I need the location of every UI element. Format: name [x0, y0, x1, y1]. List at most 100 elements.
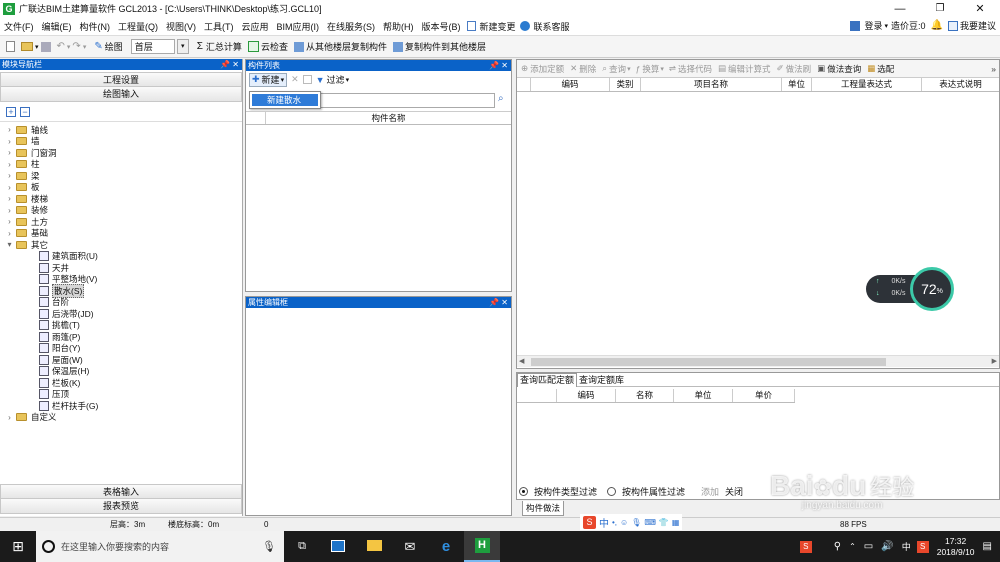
column-header-expr-desc[interactable]: 表达式说明: [922, 78, 999, 91]
close-button[interactable]: 关闭: [725, 485, 743, 498]
tree-item[interactable]: 栏杆扶手(G): [6, 400, 242, 412]
punct-icon[interactable]: •,: [612, 518, 617, 527]
menu-item[interactable]: 工程量(Q): [114, 20, 162, 33]
project-settings-button[interactable]: 工程设置: [0, 72, 242, 87]
tree-item[interactable]: 建筑面积(U): [6, 251, 242, 263]
pin-icon[interactable]: 📌: [489, 61, 499, 70]
menu-item[interactable]: 云应用: [238, 20, 273, 33]
new-file-icon[interactable]: [6, 41, 15, 52]
method-brush-button[interactable]: 做法刷: [786, 63, 812, 75]
component-method-tab[interactable]: 构件做法: [522, 501, 565, 516]
tree-folder[interactable]: ▾ 其它: [6, 239, 242, 251]
mail-icon[interactable]: ✉: [392, 539, 428, 555]
column-header-unit[interactable]: 单位: [782, 78, 812, 91]
column-header-code[interactable]: 编码: [531, 78, 610, 91]
tree-item[interactable]: 阳台(Y): [6, 343, 242, 355]
taskbar-search-box[interactable]: 在这里输入你要搜索的内容 🎙: [36, 531, 284, 562]
chevron-right-icon[interactable]: ›: [6, 160, 13, 169]
column-header-unit[interactable]: 单位: [674, 389, 733, 402]
menu-item[interactable]: 构件(N): [76, 20, 115, 33]
chevron-down-icon[interactable]: ▾: [6, 240, 13, 249]
scroll-left-icon[interactable]: ◀: [519, 357, 524, 365]
microphone-icon[interactable]: 🎙: [262, 540, 276, 553]
minimize-icon[interactable]: —: [880, 3, 920, 15]
tree-item[interactable]: 栏板(K): [6, 377, 242, 389]
tab-quota-library[interactable]: 查询定额库: [577, 373, 626, 386]
method-query-button[interactable]: 做法查询: [827, 63, 861, 75]
menu-item[interactable]: 帮助(H): [379, 20, 418, 33]
close-icon[interactable]: ✕: [960, 2, 1000, 15]
chevron-down-icon[interactable]: ▾: [83, 43, 87, 51]
more-icon[interactable]: »: [991, 64, 996, 74]
windows-start-icon[interactable]: ⊞: [0, 538, 36, 555]
column-header-category[interactable]: 类别: [610, 78, 641, 91]
tree-item[interactable]: 平整场地(V): [6, 274, 242, 286]
menu-item[interactable]: 在线服务(S): [323, 20, 379, 33]
add-button[interactable]: 添加: [701, 485, 719, 498]
tree-folder[interactable]: › 自定义: [6, 412, 242, 424]
dropdown-item-new-apron[interactable]: 新建散水: [252, 94, 318, 106]
tree-folder[interactable]: › 门窗洞: [6, 147, 242, 159]
menu-item[interactable]: 工具(T): [200, 20, 238, 33]
pin-icon[interactable]: 📌: [220, 60, 230, 69]
copy-to-floor-button[interactable]: 复制构件到其他楼层: [405, 40, 486, 53]
toolbox-icon[interactable]: ▦: [672, 518, 680, 527]
tree-folder[interactable]: › 楼梯: [6, 193, 242, 205]
chevron-down-icon[interactable]: ▾: [346, 76, 350, 84]
chevron-right-icon[interactable]: ›: [6, 183, 13, 192]
voice-icon[interactable]: 🎙: [631, 518, 641, 527]
undo-icon[interactable]: ↶: [57, 41, 65, 52]
menu-item[interactable]: 编辑(E): [38, 20, 76, 33]
chevron-right-icon[interactable]: ›: [6, 125, 13, 134]
report-preview-button[interactable]: 报表预览: [0, 499, 242, 514]
new-component-button[interactable]: ✚ 新建 ▾: [249, 72, 288, 87]
chevron-right-icon[interactable]: ›: [6, 413, 13, 422]
search-icon[interactable]: ⌕: [498, 93, 504, 104]
open-folder-icon[interactable]: [21, 42, 33, 51]
table-input-button[interactable]: 表格输入: [0, 484, 242, 499]
sum-calc-button[interactable]: 汇总计算: [206, 40, 242, 53]
clock[interactable]: 17:32 2018/9/10: [937, 536, 975, 558]
bell-icon[interactable]: 🔔: [931, 20, 943, 31]
emoji-icon[interactable]: ☺: [620, 518, 628, 527]
keyboard-icon[interactable]: ⌨: [644, 518, 656, 527]
match-button[interactable]: 选配: [877, 63, 894, 75]
file-explorer-icon[interactable]: [356, 540, 392, 553]
chevron-right-icon[interactable]: ›: [6, 171, 13, 180]
scroll-right-icon[interactable]: ▶: [992, 357, 997, 365]
show-hidden-icon[interactable]: ⌃: [849, 542, 856, 551]
column-header-name[interactable]: 名称: [616, 389, 674, 402]
volume-icon[interactable]: 🔊: [881, 541, 893, 552]
chevron-right-icon[interactable]: ›: [6, 137, 13, 146]
sogou-tray-icon-2[interactable]: S: [916, 540, 929, 553]
maximize-icon[interactable]: ❐: [920, 3, 960, 14]
network-icon[interactable]: ▭: [864, 541, 873, 552]
notification-icon[interactable]: ▤: [983, 541, 992, 552]
close-icon[interactable]: ✕: [501, 298, 508, 307]
radio-by-prop[interactable]: [607, 486, 617, 496]
close-icon[interactable]: ✕: [501, 61, 508, 70]
chevron-right-icon[interactable]: ›: [6, 206, 13, 215]
chevron-down-icon[interactable]: ▾: [627, 65, 631, 73]
save-icon[interactable]: [40, 41, 51, 52]
tree-item[interactable]: 挑檐(T): [6, 320, 242, 332]
tree-item[interactable]: 压顶: [6, 389, 242, 401]
chevron-down-icon[interactable]: ▾: [35, 43, 39, 51]
column-header-component-name[interactable]: 构件名称: [266, 112, 511, 124]
chevron-right-icon[interactable]: ›: [6, 194, 13, 203]
sogou-icon[interactable]: S: [583, 515, 596, 529]
tree-item[interactable]: 台阶: [6, 297, 242, 309]
floor-select[interactable]: 首层: [130, 39, 175, 54]
chevron-down-icon[interactable]: ▾: [660, 65, 664, 73]
menu-item[interactable]: 文件(F): [0, 20, 38, 33]
ime-mode-icon[interactable]: 中: [599, 515, 609, 530]
tree-item[interactable]: 后浇带(JD): [6, 308, 242, 320]
tree-item[interactable]: 屋面(W): [6, 354, 242, 366]
menu-item[interactable]: 联系客服: [530, 20, 574, 33]
edge-icon[interactable]: e: [428, 538, 464, 555]
chevron-down-icon[interactable]: ▾: [176, 39, 189, 54]
scrollbar-thumb[interactable]: [531, 358, 886, 366]
copy-from-floor-button[interactable]: 从其他楼层复制构件: [306, 40, 387, 53]
menu-item[interactable]: BIM应用(I): [273, 20, 324, 33]
chevron-right-icon[interactable]: ›: [6, 148, 13, 157]
